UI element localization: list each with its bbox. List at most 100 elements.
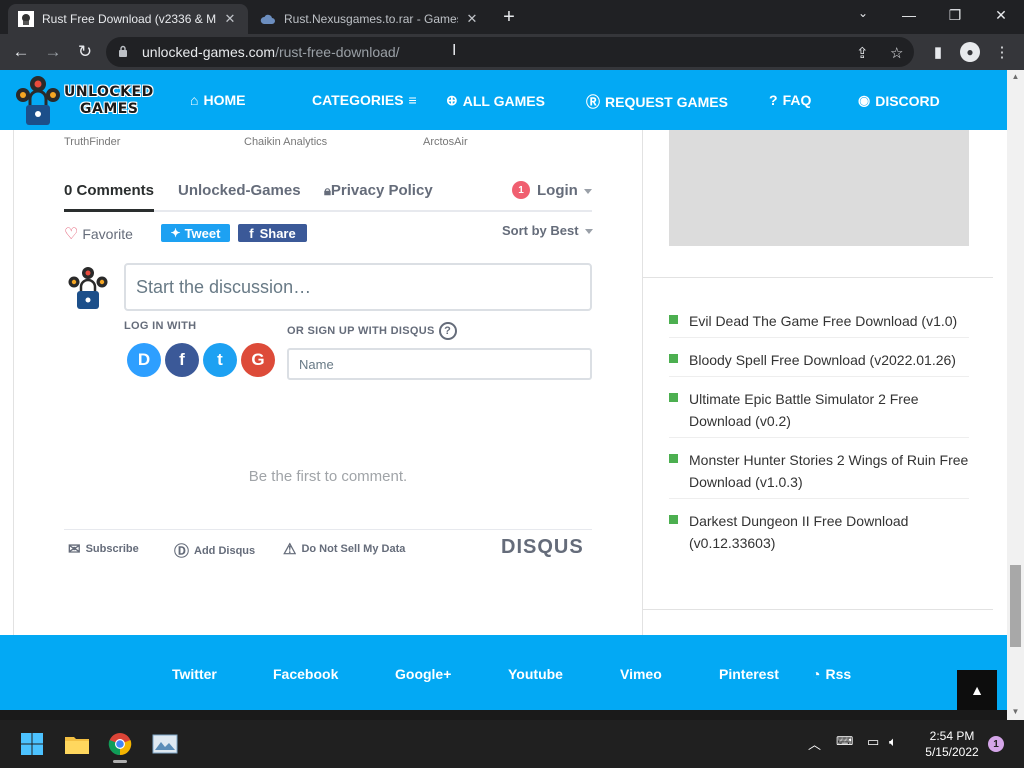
disqus-logo[interactable]: DISQUS <box>501 536 584 559</box>
photos-app-icon[interactable] <box>149 728 181 760</box>
tab-community[interactable]: Unlocked-Games <box>178 182 301 199</box>
footer-link-googleplus[interactable]: Google+ <box>395 666 451 682</box>
sidebar-divider <box>643 277 993 278</box>
heart-icon: ♡ <box>64 226 79 243</box>
url-text: unlocked-games.com/rust-free-download/ <box>142 44 400 60</box>
nav-all-games[interactable]: ⊕ ALL GAMES <box>446 92 545 109</box>
minimize-icon[interactable]: — <box>886 0 932 30</box>
signup-label: OR SIGN UP WITH DISQUS? <box>287 322 457 340</box>
menu-icon: ≡ <box>408 92 417 108</box>
do-not-sell-link[interactable]: ⚠ Do Not Sell My Data <box>283 540 405 558</box>
user-avatar <box>68 267 108 309</box>
close-window-icon[interactable]: ✕ <box>978 0 1024 30</box>
list-item[interactable]: Ultimate Epic Battle Simulator 2 Free Do… <box>669 384 969 438</box>
add-disqus-link[interactable]: Ⓓ Add Disqus <box>174 540 255 561</box>
new-tab-icon[interactable]: + <box>498 6 520 28</box>
close-tab-icon[interactable]: ✕ <box>464 11 480 27</box>
reload-icon[interactable]: ↻ <box>72 40 98 64</box>
footer-link-twitter[interactable]: Twitter <box>172 666 217 682</box>
keyboard-icon[interactable]: ⌨ <box>836 734 853 748</box>
share-icon[interactable]: ⇪ <box>856 44 869 62</box>
menu-kebab-icon[interactable]: ⋮ <box>990 40 1014 64</box>
footer-link-youtube[interactable]: Youtube <box>508 666 563 682</box>
text-cursor-icon: I <box>452 42 457 59</box>
site-navbar: UNLOCKED GAMES ⌂ HOME CATEGORIES ≡ ⊕ ALL GA… <box>0 70 1007 130</box>
footer-link-pinterest[interactable]: Pinterest <box>719 666 779 682</box>
notification-count-badge[interactable]: 1 <box>988 736 1004 752</box>
discussion-input[interactable]: Start the discussion… <box>124 263 592 311</box>
home-icon: ⌂ <box>190 92 199 108</box>
system-clock[interactable]: 2:54 PM 5/15/2022 <box>918 728 986 760</box>
help-icon[interactable]: ? <box>438 322 457 340</box>
facebook-icon: f <box>249 225 254 241</box>
chevron-up-icon[interactable]: ︿ <box>808 734 821 753</box>
chevron-up-icon: ▲ <box>970 682 984 698</box>
login-dropdown[interactable]: Login <box>537 182 592 199</box>
disqus-footer-divider <box>64 529 592 530</box>
address-bar[interactable]: unlocked-games.com/rust-free-download/ I… <box>106 37 914 67</box>
scroll-thumb[interactable] <box>1010 565 1021 647</box>
share-button[interactable]: f Share <box>238 224 307 242</box>
facebook-login-button[interactable]: f <box>165 343 199 377</box>
network-icon[interactable]: ▭ <box>867 734 879 750</box>
column-divider <box>642 130 643 635</box>
side-panel-icon[interactable]: ▮ <box>926 40 950 64</box>
sidebar-divider <box>643 609 993 610</box>
subscribe-link[interactable]: ✉ Subscribe <box>68 540 139 558</box>
nav-home[interactable]: ⌂ HOME <box>190 92 245 108</box>
ad-label[interactable]: ArctosAir <box>423 136 468 148</box>
logo-icon <box>16 76 60 125</box>
tab-inactive[interactable]: Rust.Nexusgames.to.rar - Games ✕ <box>250 4 490 34</box>
name-field[interactable]: Name <box>287 348 592 380</box>
scroll-up-icon[interactable]: ▲ <box>1010 72 1021 82</box>
page-scrollbar[interactable]: ▲ ▼ <box>1007 70 1024 720</box>
chrome-icon[interactable] <box>104 728 136 763</box>
profile-icon[interactable]: ● <box>960 42 980 62</box>
window-controls: — ❐ ✕ <box>886 0 1024 30</box>
content-border <box>13 130 14 635</box>
star-icon[interactable]: ☆ <box>890 44 903 62</box>
ad-label[interactable]: TruthFinder <box>64 136 120 148</box>
sort-dropdown[interactable]: Sort by Best <box>502 223 593 238</box>
list-item[interactable]: Monster Hunter Stories 2 Wings of Ruin F… <box>669 445 969 499</box>
nav-request-games[interactable]: Ⓡ REQUEST GAMES <box>586 92 728 112</box>
list-item[interactable]: Darkest Dungeon II Free Download (v0.12.… <box>669 506 969 559</box>
tab-title: Rust Free Download (v2336 & M <box>42 12 216 26</box>
tab-privacy-policy[interactable]: 🔒︎Privacy Policy <box>324 182 433 199</box>
restore-icon[interactable]: ❐ <box>932 0 978 30</box>
question-icon: ? <box>769 92 778 108</box>
tweet-button[interactable]: ✦ Tweet <box>161 224 230 242</box>
windows-start-icon[interactable] <box>16 728 48 760</box>
tab-comments[interactable]: 0 Comments <box>64 182 154 199</box>
footer-link-facebook[interactable]: Facebook <box>273 666 338 682</box>
forward-icon[interactable]: → <box>40 40 66 64</box>
nav-discord[interactable]: ◉ DISCORD <box>858 92 940 109</box>
scroll-to-top-button[interactable]: ▲ <box>957 670 997 710</box>
volume-icon[interactable]: 🔈︎ <box>889 734 897 750</box>
twitter-login-button[interactable]: t <box>203 343 237 377</box>
site-footer: Twitter Facebook Google+ Youtube Vimeo P… <box>0 635 1007 710</box>
tab-active[interactable]: Rust Free Download (v2336 & M ✕ <box>8 4 248 34</box>
list-item[interactable]: Bloody Spell Free Download (v2022.01.26) <box>669 345 969 377</box>
windows-taskbar: ︿ ⌨ ▭ 🔈︎ 2:54 PM 5/15/2022 1 <box>0 720 1024 768</box>
warning-icon: ⚠ <box>283 541 297 558</box>
cloud-favicon-icon <box>260 11 276 27</box>
globe-icon: ⊕ <box>446 92 458 108</box>
favorite-button[interactable]: ♡ Favorite <box>64 224 133 244</box>
ad-label[interactable]: Chaikin Analytics <box>244 136 327 148</box>
footer-link-vimeo[interactable]: Vimeo <box>620 666 662 682</box>
file-explorer-icon[interactable] <box>61 728 93 760</box>
scroll-down-icon[interactable]: ▼ <box>1010 707 1021 717</box>
disqus-login-button[interactable]: D <box>127 343 161 377</box>
content-area: UNLOCKED GAMES ⌂ HOME CATEGORIES ≡ ⊕ ALL GA… <box>0 70 1007 720</box>
list-item[interactable]: Evil Dead The Game Free Download (v1.0) <box>669 306 969 338</box>
nav-faq[interactable]: ? FAQ <box>769 92 811 108</box>
close-tab-icon[interactable]: ✕ <box>222 11 238 27</box>
r-icon: Ⓡ <box>586 94 600 110</box>
site-logo[interactable]: UNLOCKED GAMES <box>12 70 154 130</box>
nav-categories[interactable]: CATEGORIES ≡ <box>312 92 422 108</box>
back-icon[interactable]: ← <box>8 40 34 64</box>
google-login-button[interactable]: G <box>241 343 275 377</box>
chevron-down-icon[interactable]: ⌄ <box>850 6 876 26</box>
footer-link-rss[interactable]: ◔ Rss <box>812 666 851 682</box>
